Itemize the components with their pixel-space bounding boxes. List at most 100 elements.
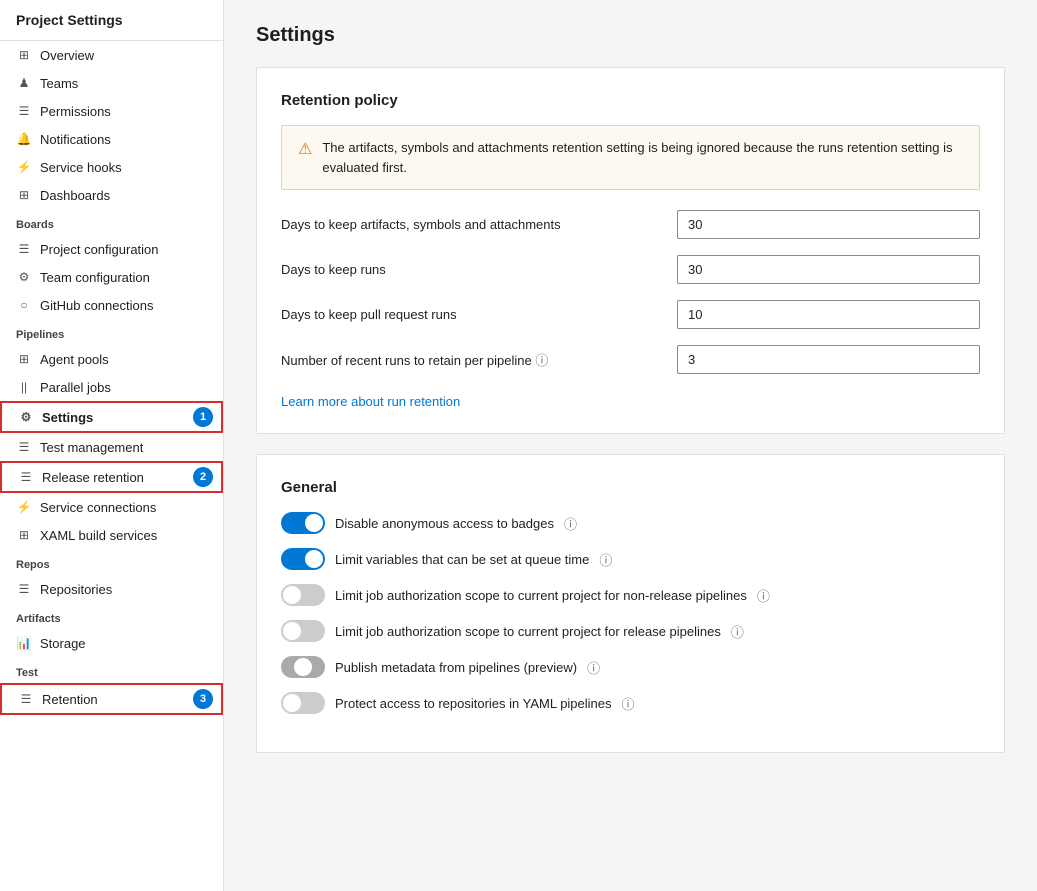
agent-pools-icon: ⊞ [16, 351, 32, 367]
sidebar-item-repositories[interactable]: ☰ Repositories [0, 575, 223, 603]
toggle-label-publish-metadata: Publish metadata from pipelines (preview… [335, 660, 577, 675]
form-row-runs: Days to keep runs [281, 255, 980, 284]
badge-3: 3 [193, 689, 213, 709]
section-pipelines: Pipelines [0, 319, 223, 345]
input-days-artifacts[interactable] [677, 210, 980, 239]
sidebar-item-parallel-jobs[interactable]: || Parallel jobs [0, 373, 223, 401]
sidebar-item-team-config[interactable]: ⚙ Team configuration [0, 263, 223, 291]
section-boards: Boards [0, 209, 223, 235]
project-config-icon: ☰ [16, 241, 32, 257]
sidebar-item-label: XAML build services [40, 528, 157, 543]
general-title: General [281, 479, 980, 496]
permissions-icon: ☰ [16, 103, 32, 119]
sidebar-item-test-mgmt[interactable]: ☰ Test management [0, 433, 223, 461]
sidebar-item-notifications[interactable]: 🔔 Notifications [0, 125, 223, 153]
storage-icon: 📊 [16, 635, 32, 651]
toggle-publish-metadata[interactable] [281, 656, 325, 678]
form-row-recent-runs: Number of recent runs to retain per pipe… [281, 345, 980, 374]
sidebar: Project Settings ⊞ Overview ♟ Teams ☰ Pe… [0, 0, 224, 891]
label-artifacts: Days to keep artifacts, symbols and atta… [281, 217, 661, 232]
sidebar-item-label: Service hooks [40, 160, 122, 175]
sidebar-item-label: Dashboards [40, 188, 110, 203]
parallel-jobs-icon: || [16, 379, 32, 395]
sidebar-item-storage[interactable]: 📊 Storage [0, 629, 223, 657]
recent-runs-info-icon[interactable]: ⓘ [535, 353, 548, 368]
toggle-label-anonymous-badges: Disable anonymous access to badges [335, 516, 554, 531]
sidebar-item-label: Parallel jobs [40, 380, 111, 395]
form-row-pr-runs: Days to keep pull request runs [281, 300, 980, 329]
release-retention-icon: ☰ [18, 469, 34, 485]
sidebar-item-overview[interactable]: ⊞ Overview [0, 41, 223, 69]
sidebar-item-permissions[interactable]: ☰ Permissions [0, 97, 223, 125]
sidebar-item-label: Storage [40, 636, 86, 651]
toggle-row-publish-metadata: Publish metadata from pipelines (preview… [281, 656, 980, 678]
section-repos: Repos [0, 549, 223, 575]
test-mgmt-icon: ☰ [16, 439, 32, 455]
sidebar-item-label: Release retention [42, 470, 144, 485]
learn-more-link[interactable]: Learn more about run retention [281, 394, 460, 409]
sidebar-item-settings[interactable]: ⚙ Settings 1 [0, 401, 223, 433]
toggle-job-auth-nonrelease[interactable] [281, 584, 325, 606]
toggle-row-job-auth-release: Limit job authorization scope to current… [281, 620, 980, 642]
section-artifacts: Artifacts [0, 603, 223, 629]
sidebar-item-teams[interactable]: ♟ Teams [0, 69, 223, 97]
toggle-protect-repos[interactable] [281, 692, 325, 714]
toggle-anonymous-badges[interactable] [281, 512, 325, 534]
team-config-icon: ⚙ [16, 269, 32, 285]
toggle-job-auth-release[interactable] [281, 620, 325, 642]
toggle-label-limit-variables: Limit variables that can be set at queue… [335, 552, 589, 567]
sidebar-item-service-hooks[interactable]: ⚡ Service hooks [0, 153, 223, 181]
job-auth-nonrelease-info-icon[interactable]: ⓘ [757, 586, 770, 605]
sidebar-item-label: Overview [40, 48, 94, 63]
sidebar-item-label: Service connections [40, 500, 156, 515]
xaml-icon: ⊞ [16, 527, 32, 543]
sidebar-item-label: Repositories [40, 582, 112, 597]
main-content: Settings Retention policy ⚠ The artifact… [224, 0, 1037, 891]
sidebar-item-xaml[interactable]: ⊞ XAML build services [0, 521, 223, 549]
dashboards-icon: ⊞ [16, 187, 32, 203]
protect-repos-info-icon[interactable]: ⓘ [622, 694, 635, 713]
input-days-pr-runs[interactable] [677, 300, 980, 329]
sidebar-item-project-config[interactable]: ☰ Project configuration [0, 235, 223, 263]
sidebar-item-label: GitHub connections [40, 298, 153, 313]
anonymous-badges-info-icon[interactable]: ⓘ [564, 514, 577, 533]
limit-variables-info-icon[interactable]: ⓘ [599, 550, 612, 569]
settings-icon: ⚙ [18, 409, 34, 425]
service-hooks-icon: ⚡ [16, 159, 32, 175]
sidebar-item-agent-pools[interactable]: ⊞ Agent pools [0, 345, 223, 373]
sidebar-item-label: Permissions [40, 104, 111, 119]
retention-policy-title: Retention policy [281, 92, 980, 109]
sidebar-item-label: Agent pools [40, 352, 109, 367]
input-days-runs[interactable] [677, 255, 980, 284]
sidebar-item-retention[interactable]: ☰ Retention 3 [0, 683, 223, 715]
publish-metadata-info-icon[interactable]: ⓘ [587, 658, 600, 677]
label-runs: Days to keep runs [281, 262, 661, 277]
general-card: General Disable anonymous access to badg… [256, 454, 1005, 753]
page-title: Settings [256, 24, 1005, 47]
sidebar-item-label: Project configuration [40, 242, 159, 257]
toggle-label-job-auth-release: Limit job authorization scope to current… [335, 624, 721, 639]
input-recent-runs[interactable] [677, 345, 980, 374]
sidebar-item-label: Teams [40, 76, 78, 91]
sidebar-item-release-retention[interactable]: ☰ Release retention 2 [0, 461, 223, 493]
teams-icon: ♟ [16, 75, 32, 91]
sidebar-item-service-connections[interactable]: ⚡ Service connections [0, 493, 223, 521]
toggle-limit-variables[interactable] [281, 548, 325, 570]
retention-policy-card: Retention policy ⚠ The artifacts, symbol… [256, 67, 1005, 434]
sidebar-item-github[interactable]: ○ GitHub connections [0, 291, 223, 319]
service-conn-icon: ⚡ [16, 499, 32, 515]
repos-icon: ☰ [16, 581, 32, 597]
job-auth-release-info-icon[interactable]: ⓘ [731, 622, 744, 641]
sidebar-header: Project Settings [0, 0, 223, 41]
sidebar-item-label: Team configuration [40, 270, 150, 285]
toggle-label-job-auth-nonrelease: Limit job authorization scope to current… [335, 588, 747, 603]
form-row-artifacts: Days to keep artifacts, symbols and atta… [281, 210, 980, 239]
label-recent-runs: Number of recent runs to retain per pipe… [281, 350, 661, 369]
warning-icon: ⚠ [298, 139, 312, 159]
toggle-row-anonymous-badges: Disable anonymous access to badges ⓘ [281, 512, 980, 534]
sidebar-item-dashboards[interactable]: ⊞ Dashboards [0, 181, 223, 209]
warning-banner: ⚠ The artifacts, symbols and attachments… [281, 125, 980, 190]
sidebar-item-label: Settings [42, 410, 93, 425]
badge-1: 1 [193, 407, 213, 427]
notifications-icon: 🔔 [16, 131, 32, 147]
